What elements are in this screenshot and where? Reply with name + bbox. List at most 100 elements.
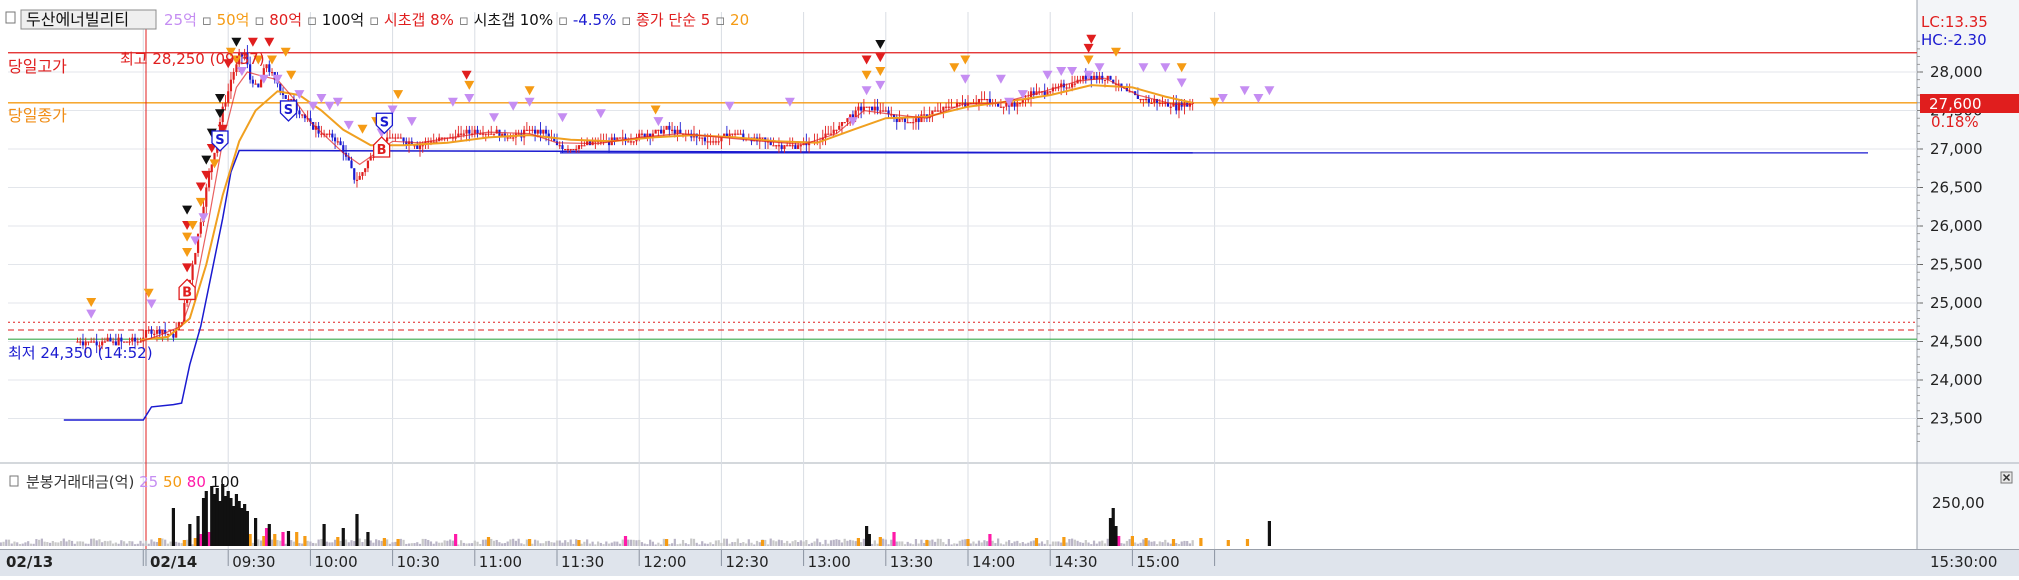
volume-bar-base bbox=[558, 540, 561, 546]
volume-bar-100 bbox=[204, 491, 208, 546]
candle-body bbox=[931, 110, 934, 115]
candle-body bbox=[333, 137, 337, 142]
volume-bar-base bbox=[654, 544, 657, 546]
volume-bar-base bbox=[112, 543, 115, 546]
volume-bar-base bbox=[999, 543, 1002, 546]
price-tick-label: 28,000 bbox=[1930, 63, 1983, 81]
candle-body bbox=[865, 106, 868, 108]
volume-bar-base bbox=[684, 543, 687, 546]
candle-body bbox=[832, 129, 835, 134]
volume-bar-50 bbox=[577, 540, 581, 546]
volume-bar-base bbox=[353, 541, 356, 546]
candle-body bbox=[394, 137, 397, 139]
candle-body bbox=[473, 129, 476, 134]
candle-body bbox=[1068, 87, 1071, 89]
volume-bar-base bbox=[901, 541, 904, 546]
volume-bar-base bbox=[1081, 542, 1085, 546]
candle-body bbox=[92, 341, 96, 343]
volume-bar-base bbox=[531, 543, 534, 546]
volume-bar-base bbox=[391, 542, 394, 546]
candle-body bbox=[388, 137, 391, 139]
candle-body bbox=[336, 141, 339, 143]
volume-bar-base bbox=[473, 540, 476, 546]
volume-bar-base bbox=[961, 539, 964, 546]
hc-label: HC:-2.30 bbox=[1921, 31, 1987, 49]
candle-body bbox=[533, 129, 537, 134]
volume-bar-base bbox=[616, 541, 619, 546]
volume-bar-base bbox=[413, 543, 416, 546]
chart-svg[interactable]: BSSSB 28,00027,50027,00026,50026,00025,5… bbox=[0, 0, 2019, 576]
close-icon[interactable] bbox=[2000, 471, 2013, 484]
volume-bar-base bbox=[805, 539, 808, 546]
candle-body bbox=[490, 133, 493, 135]
volume-bar-base bbox=[32, 543, 35, 546]
volume-bar-base bbox=[986, 541, 989, 546]
candle-body bbox=[1161, 102, 1164, 104]
volume-bar-base bbox=[446, 540, 449, 546]
volume-bar-base bbox=[501, 543, 504, 546]
candle-body bbox=[1016, 102, 1019, 107]
legend-item-4: 시초갭 8% bbox=[384, 11, 454, 29]
candle-body bbox=[799, 145, 802, 147]
candle-body bbox=[566, 149, 570, 151]
volume-bar-base bbox=[843, 538, 846, 546]
volume-bar-base bbox=[117, 543, 120, 546]
volume-bar-base bbox=[1098, 541, 1101, 546]
volume-bar-base bbox=[114, 542, 117, 546]
candle-body bbox=[481, 133, 485, 135]
candle-body bbox=[577, 145, 581, 149]
volume-bar-base bbox=[21, 543, 24, 546]
volume-bar-base bbox=[314, 543, 317, 546]
volume-bar-50 bbox=[760, 540, 765, 546]
candle-body bbox=[846, 118, 849, 123]
volume-bar-base bbox=[331, 542, 334, 546]
volume-bar-base bbox=[632, 539, 635, 546]
candle-body bbox=[125, 341, 128, 343]
volume-bar-base bbox=[849, 539, 852, 546]
volume-bar-base bbox=[333, 539, 337, 546]
volume-bar-base bbox=[339, 540, 342, 546]
signal-label-0: B bbox=[182, 285, 192, 300]
volume-bar-80 bbox=[892, 532, 896, 546]
volume-bar-base bbox=[427, 539, 430, 546]
candle-body bbox=[131, 337, 134, 342]
volume-bar-base bbox=[298, 543, 301, 546]
legend-item-7: 종가 단순 5 bbox=[636, 11, 710, 29]
candle-body bbox=[1103, 79, 1107, 81]
volume-bar-base bbox=[59, 541, 63, 546]
volume-bar-base bbox=[660, 544, 663, 546]
volume-bar-100 bbox=[218, 501, 222, 546]
volume-bar-base bbox=[871, 543, 874, 546]
volume-bar-base bbox=[46, 541, 49, 546]
volume-bar-base bbox=[364, 539, 367, 546]
volume-bar-50 bbox=[382, 538, 386, 546]
volume-bar-50 bbox=[966, 539, 970, 546]
volume-bar-base bbox=[898, 541, 901, 546]
stock-name[interactable]: 두산에너빌리티 bbox=[26, 10, 129, 29]
volume-bar-base bbox=[1166, 542, 1170, 546]
volume-bar-base bbox=[997, 538, 1000, 546]
signal-label-1: S bbox=[215, 133, 224, 148]
candle-body bbox=[284, 95, 287, 99]
volume-bar-base bbox=[166, 543, 170, 546]
volume-bar-base bbox=[953, 543, 956, 546]
legend-separator: ▫ bbox=[249, 11, 269, 29]
volume-bar-base bbox=[731, 542, 734, 546]
volume-bar-base bbox=[70, 540, 74, 546]
candle-body bbox=[665, 125, 668, 130]
volume-bar-base bbox=[1051, 541, 1055, 546]
volume-bar-base bbox=[1095, 543, 1098, 546]
volume-bar-base bbox=[325, 541, 328, 546]
candle-body bbox=[701, 137, 704, 139]
volume-bar-base bbox=[106, 541, 109, 546]
volume-bar-base bbox=[550, 542, 553, 546]
volume-bar-80 bbox=[1117, 536, 1121, 546]
legend-separator: ▫ bbox=[364, 11, 384, 29]
candle-body bbox=[539, 129, 542, 134]
volume-bar-base bbox=[1134, 542, 1137, 546]
volume-bar-base bbox=[1177, 543, 1181, 546]
volume-bar-base bbox=[649, 539, 652, 546]
volume-bar-base bbox=[175, 541, 178, 546]
candle-body bbox=[199, 222, 202, 234]
candle-body bbox=[257, 83, 260, 88]
